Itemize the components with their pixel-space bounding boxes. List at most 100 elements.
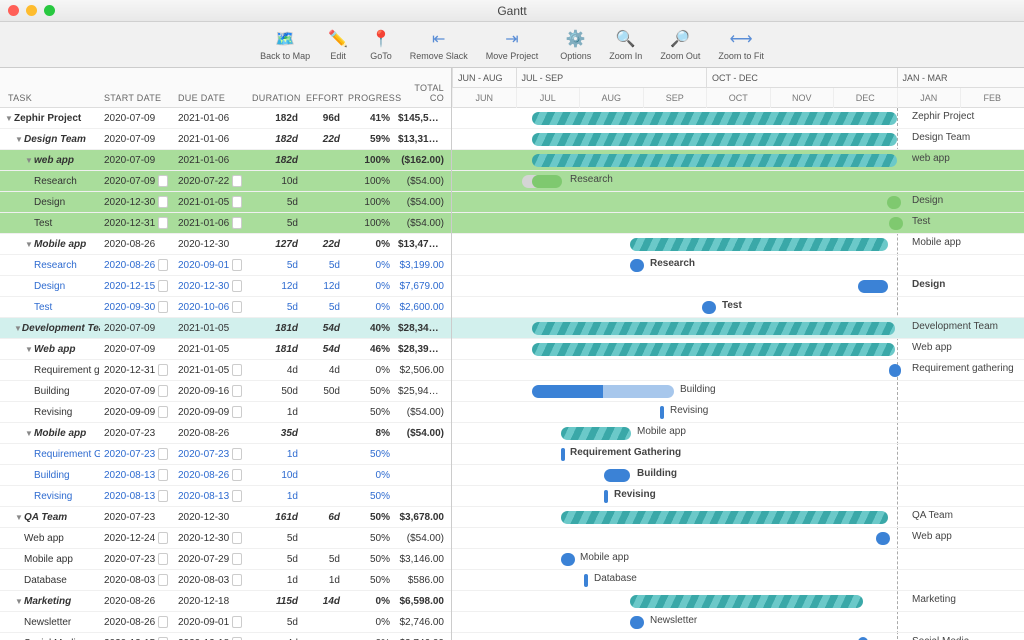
task-row[interactable]: Social Media2020-12-152020-12-184d0%$2,7…	[0, 633, 451, 640]
duration-cell[interactable]: 5d	[248, 533, 302, 544]
progress-cell[interactable]: 50%	[344, 554, 394, 565]
start-date-cell[interactable]: 2020-08-26	[100, 596, 174, 607]
progress-cell[interactable]: 8%	[344, 428, 394, 439]
effort-cell[interactable]: 14d	[302, 596, 344, 607]
date-picker-icon[interactable]	[158, 616, 168, 628]
task-name-cell[interactable]: Building	[0, 386, 100, 397]
task-name-cell[interactable]: ▼Zephir Project	[0, 113, 100, 124]
cost-cell[interactable]: $25,946.00	[394, 386, 448, 397]
duration-cell[interactable]: 35d	[248, 428, 302, 439]
date-picker-icon[interactable]	[232, 469, 242, 481]
date-picker-icon[interactable]	[158, 406, 168, 418]
date-picker-icon[interactable]	[158, 469, 168, 481]
progress-cell[interactable]: 0%	[344, 470, 394, 481]
duration-cell[interactable]: 161d	[248, 512, 302, 523]
task-name-cell[interactable]: Research	[0, 260, 100, 271]
gantt-bar[interactable]	[858, 280, 888, 293]
effort-cell[interactable]: 4d	[302, 365, 344, 376]
date-picker-icon[interactable]	[158, 448, 168, 460]
duration-cell[interactable]: 1d	[248, 575, 302, 586]
start-date-cell[interactable]: 2020-12-31	[100, 364, 174, 376]
cost-cell[interactable]: ($54.00)	[394, 176, 448, 187]
progress-cell[interactable]: 100%	[344, 197, 394, 208]
cost-cell[interactable]: $3,678.00	[394, 512, 448, 523]
date-picker-icon[interactable]	[232, 217, 242, 229]
start-date-cell[interactable]: 2020-07-23	[100, 512, 174, 523]
maximize-icon[interactable]	[44, 5, 55, 16]
cost-cell[interactable]: $2,746.00	[394, 617, 448, 628]
progress-cell[interactable]: 100%	[344, 218, 394, 229]
due-date-cell[interactable]: 2021-01-05	[174, 364, 248, 376]
duration-cell[interactable]: 182d	[248, 113, 302, 124]
due-date-cell[interactable]: 2020-12-30	[174, 239, 248, 250]
duration-cell[interactable]: 5d	[248, 260, 302, 271]
gantt-bar[interactable]	[532, 133, 897, 146]
progress-cell[interactable]: 46%	[344, 344, 394, 355]
date-picker-icon[interactable]	[232, 406, 242, 418]
effort-cell[interactable]: 5d	[302, 302, 344, 313]
expand-icon[interactable]: ▼	[24, 240, 34, 249]
cost-cell[interactable]: $2,600.00	[394, 302, 448, 313]
start-date-cell[interactable]: 2020-07-23	[100, 553, 174, 565]
task-row[interactable]: Web app2020-12-242020-12-305d50%($54.00)	[0, 528, 451, 549]
gantt-bar[interactable]	[630, 616, 644, 629]
gantt-bar[interactable]	[561, 427, 631, 440]
start-date-cell[interactable]: 2020-07-23	[100, 428, 174, 439]
progress-cell[interactable]: 40%	[344, 323, 394, 334]
task-name-cell[interactable]: ▼Marketing	[0, 596, 100, 607]
date-picker-icon[interactable]	[232, 364, 242, 376]
gantt-bar[interactable]	[630, 238, 888, 251]
date-picker-icon[interactable]	[158, 301, 168, 313]
task-name-cell[interactable]: ▼Mobile app	[0, 428, 100, 439]
gantt-bar[interactable]	[532, 322, 895, 335]
gantt-bar[interactable]	[532, 385, 674, 398]
due-date-cell[interactable]: 2021-01-06	[174, 217, 248, 229]
progress-cell[interactable]: 0%	[344, 617, 394, 628]
task-row[interactable]: ▼Zephir Project2020-07-092021-01-06182d9…	[0, 108, 451, 129]
due-date-cell[interactable]: 2020-09-01	[174, 259, 248, 271]
goto-button[interactable]: 📍GoTo	[364, 27, 398, 63]
task-row[interactable]: ▼Mobile app2020-08-262020-12-30127d22d0%…	[0, 234, 451, 255]
due-date-cell[interactable]: 2020-07-22	[174, 175, 248, 187]
cost-cell[interactable]: $145,586.0	[394, 113, 448, 124]
col-effort[interactable]: EFFORT	[302, 93, 344, 103]
remove-slack-button[interactable]: ⇤Remove Slack	[404, 27, 474, 63]
gantt-bar[interactable]	[561, 511, 888, 524]
date-picker-icon[interactable]	[232, 490, 242, 502]
cost-cell[interactable]: ($54.00)	[394, 218, 448, 229]
date-picker-icon[interactable]	[232, 448, 242, 460]
duration-cell[interactable]: 12d	[248, 281, 302, 292]
progress-cell[interactable]: 0%	[344, 302, 394, 313]
move-project-button[interactable]: ⇥Move Project	[480, 27, 545, 63]
task-row[interactable]: Design2020-12-302021-01-055d100%($54.00)	[0, 192, 451, 213]
task-row[interactable]: ▼Mobile app2020-07-232020-08-2635d8%($54…	[0, 423, 451, 444]
effort-cell[interactable]: 5d	[302, 554, 344, 565]
date-picker-icon[interactable]	[158, 280, 168, 292]
duration-cell[interactable]: 1d	[248, 407, 302, 418]
due-date-cell[interactable]: 2021-01-05	[174, 323, 248, 334]
task-name-cell[interactable]: Mobile app	[0, 554, 100, 565]
cost-cell[interactable]: $13,316.00	[394, 134, 448, 145]
task-name-cell[interactable]: Requirement Ga	[0, 449, 100, 460]
col-duration[interactable]: DURATION	[248, 93, 302, 103]
date-picker-icon[interactable]	[158, 385, 168, 397]
progress-cell[interactable]: 50%	[344, 575, 394, 586]
task-name-cell[interactable]: Web app	[0, 533, 100, 544]
gantt-bar[interactable]	[887, 196, 901, 209]
progress-cell[interactable]: 0%	[344, 239, 394, 250]
task-row[interactable]: Revising2020-08-132020-08-131d50%	[0, 486, 451, 507]
start-date-cell[interactable]: 2020-12-31	[100, 217, 174, 229]
start-date-cell[interactable]: 2020-08-03	[100, 574, 174, 586]
expand-icon[interactable]: ▼	[14, 324, 22, 333]
effort-cell[interactable]: 6d	[302, 512, 344, 523]
col-task[interactable]: TASK	[0, 93, 100, 103]
task-name-cell[interactable]: Requirement ga	[0, 365, 100, 376]
date-picker-icon[interactable]	[158, 175, 168, 187]
gantt-bar[interactable]	[561, 448, 565, 461]
date-picker-icon[interactable]	[158, 259, 168, 271]
date-picker-icon[interactable]	[232, 574, 242, 586]
gantt-bar[interactable]	[532, 112, 897, 125]
expand-icon[interactable]: ▼	[24, 429, 34, 438]
duration-cell[interactable]: 181d	[248, 323, 302, 334]
expand-icon[interactable]: ▼	[4, 114, 14, 123]
